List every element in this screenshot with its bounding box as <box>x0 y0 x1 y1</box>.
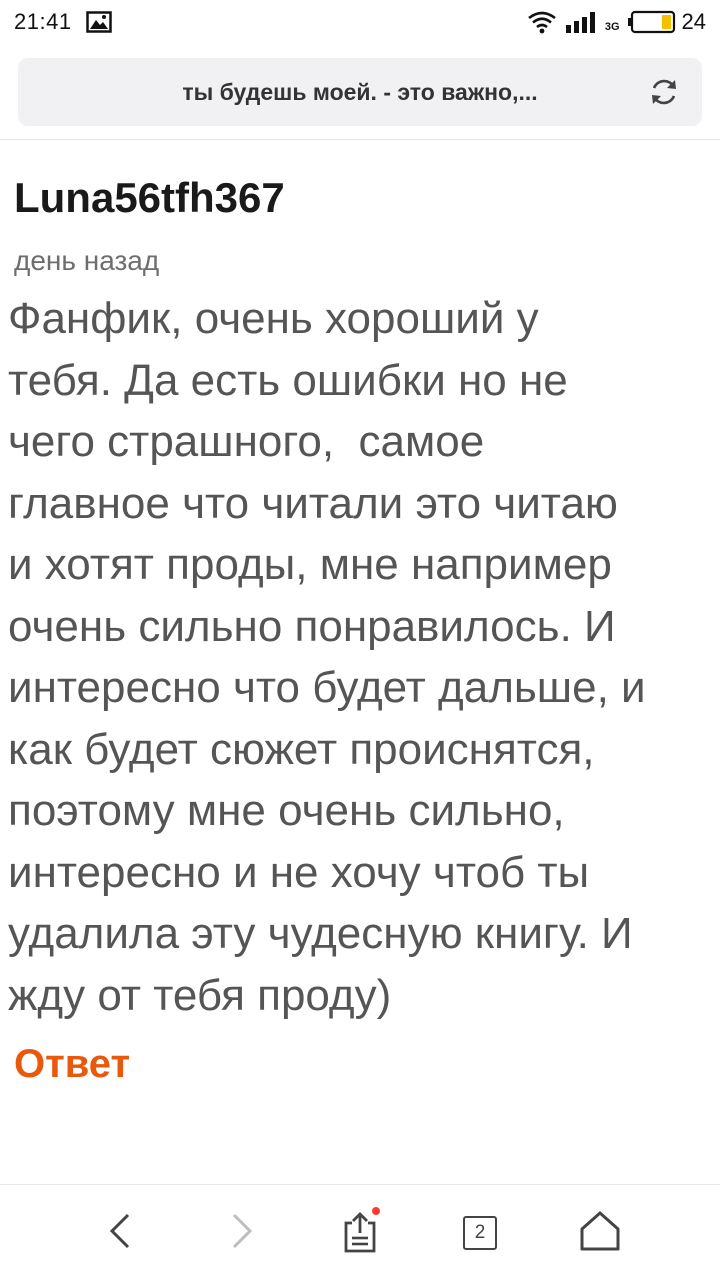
status-right: 3G 24 <box>527 9 706 35</box>
home-button[interactable] <box>576 1209 624 1257</box>
chevron-left-icon <box>106 1211 134 1256</box>
forward-button[interactable] <box>218 1209 266 1257</box>
home-icon <box>578 1209 622 1258</box>
image-notification-icon <box>85 11 112 33</box>
comment-author[interactable]: Luna56tfh367 <box>14 174 285 222</box>
comment-timestamp: день назад <box>14 245 160 276</box>
tabs-button[interactable]: 2 <box>456 1209 504 1257</box>
back-button[interactable] <box>96 1209 144 1257</box>
battery-level: 24 <box>681 9 706 34</box>
status-bar: 21:41 3G 24 <box>0 0 720 44</box>
comment-body: Фанфик, очень хороший у тебя. Да есть ош… <box>8 294 646 1020</box>
browser-page: 21:41 3G 24 ты будешь моей. - это важно,… <box>0 0 720 1280</box>
refresh-icon[interactable] <box>648 76 680 108</box>
signal-icon <box>565 10 601 34</box>
notification-badge <box>372 1207 380 1215</box>
page-title[interactable]: ты будешь моей. - это важно,... <box>182 79 537 106</box>
battery-icon <box>627 10 676 34</box>
share-icon <box>338 1207 382 1255</box>
address-bar[interactable]: ты будешь моей. - это важно,... <box>18 58 702 126</box>
network-type-label: 3G <box>604 21 620 33</box>
header-divider <box>0 139 720 140</box>
reply-button[interactable]: Ответ <box>14 1042 130 1087</box>
share-button[interactable] <box>336 1207 384 1257</box>
chevron-right-icon <box>228 1211 256 1256</box>
bottom-navigation: 2 <box>0 1184 720 1280</box>
status-time: 21:41 <box>14 9 72 34</box>
tab-count: 2 <box>463 1216 497 1250</box>
status-left: 21:41 <box>14 9 112 35</box>
wifi-icon <box>527 10 557 34</box>
